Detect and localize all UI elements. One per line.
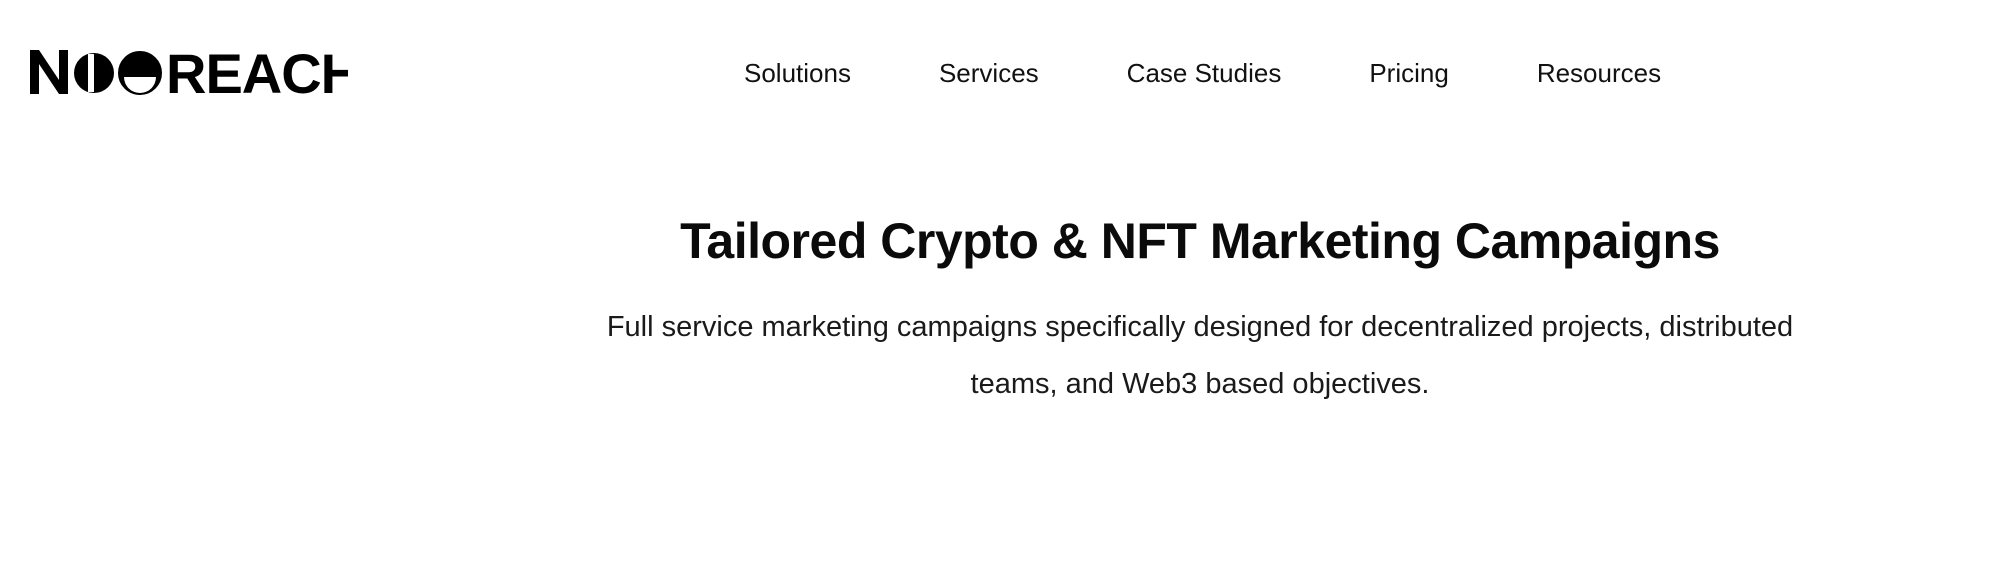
nav-item-resources[interactable]: Resources: [1537, 58, 1661, 89]
hero-title: Tailored Crypto & NFT Marketing Campaign…: [680, 213, 1720, 269]
brand-logo[interactable]: REACH: [28, 46, 348, 98]
nav-item-services[interactable]: Services: [939, 58, 1039, 89]
page: REACH Solutions Services Case Studies Pr…: [0, 0, 1999, 580]
svg-text:REACH: REACH: [166, 46, 348, 98]
hero-subtitle: Full service marketing campaigns specifi…: [606, 311, 1794, 400]
main-nav: Solutions Services Case Studies Pricing …: [744, 55, 1661, 91]
nav-item-case-studies[interactable]: Case Studies: [1127, 58, 1282, 89]
site-header: REACH Solutions Services Case Studies Pr…: [0, 0, 1999, 150]
nav-item-solutions[interactable]: Solutions: [744, 58, 851, 89]
nav-item-pricing[interactable]: Pricing: [1369, 58, 1448, 89]
neoreach-logo-icon: REACH: [30, 46, 348, 98]
hero-section: Tailored Crypto & NFT Marketing Campaign…: [560, 205, 1840, 413]
